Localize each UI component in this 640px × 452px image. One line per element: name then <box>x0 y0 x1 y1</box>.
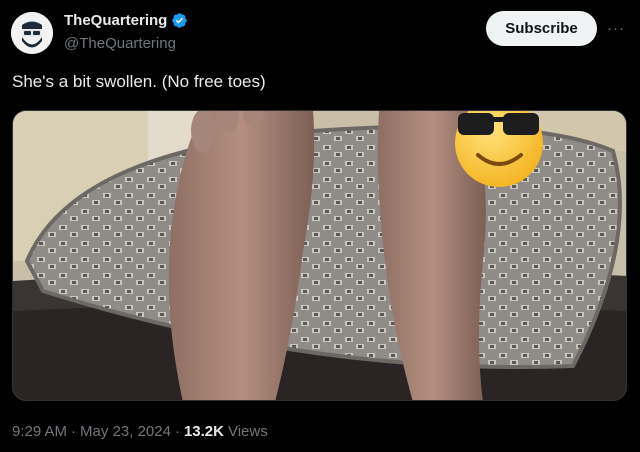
display-name[interactable]: TheQuartering <box>64 12 167 29</box>
feet-on-pillow-photo <box>13 111 626 400</box>
author-name-row[interactable]: TheQuartering <box>64 12 188 29</box>
tweet-text: She's a bit swollen. (No free toes) <box>12 72 266 91</box>
verified-badge-icon <box>172 13 188 28</box>
separator-dot: · <box>71 423 77 440</box>
tweet-footer: 9:29 AM · May 23, 2024 · 13.2K Views <box>12 423 268 440</box>
avatar[interactable] <box>11 12 53 54</box>
separator-dot: · <box>174 423 180 440</box>
more-options-icon[interactable]: ··· <box>604 16 628 40</box>
handle[interactable]: @TheQuartering <box>64 35 176 52</box>
tweet-media-image[interactable] <box>12 110 627 401</box>
tweet-date[interactable]: May 23, 2024 <box>80 423 171 440</box>
tweet-time[interactable]: 9:29 AM <box>12 423 67 440</box>
avatar-icon <box>11 12 53 54</box>
subscribe-button[interactable]: Subscribe <box>486 11 597 46</box>
views-label[interactable]: Views <box>228 423 268 440</box>
views-count[interactable]: 13.2K <box>184 423 224 440</box>
